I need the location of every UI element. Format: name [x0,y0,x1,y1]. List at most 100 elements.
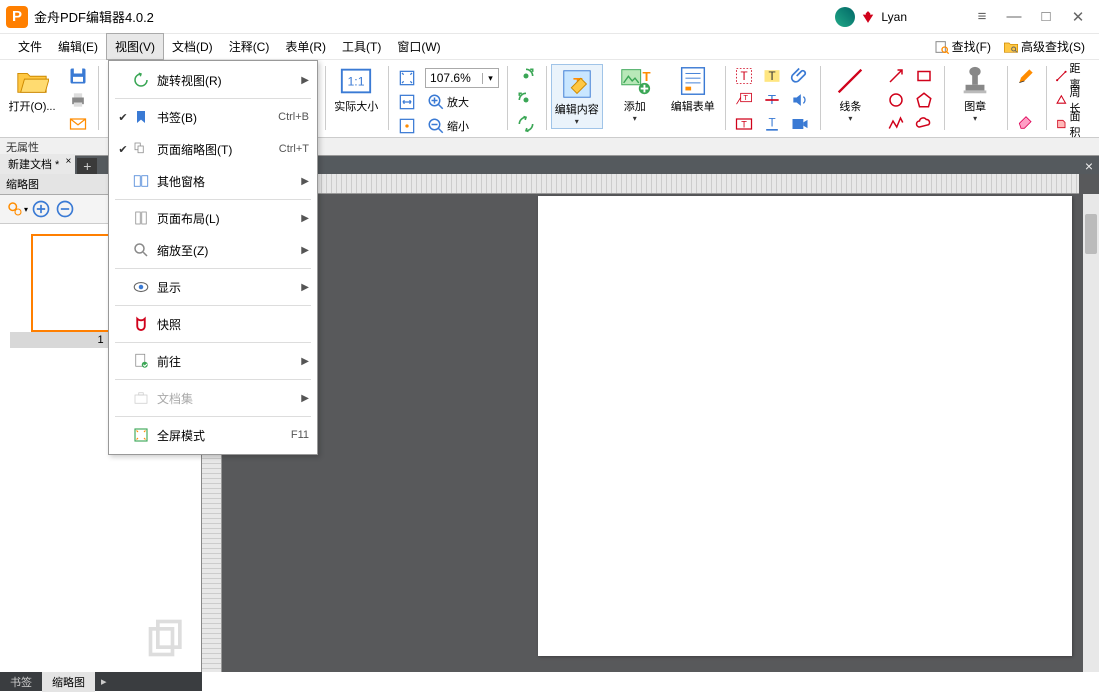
menu-window[interactable]: 窗口(W) [389,34,448,59]
bookmark-tab[interactable]: 书签 [0,672,42,692]
area-button[interactable]: 面积 [1051,108,1091,140]
plus-circle-icon [31,199,51,219]
dd-snapshot[interactable]: 快照 [109,308,317,340]
rotate-ccw-button[interactable] [512,88,540,112]
highlight-text-button[interactable]: T [758,64,786,88]
fit-visible-button[interactable] [393,114,421,138]
chevron-down-icon[interactable]: ▾ [973,114,977,123]
menu-edit[interactable]: 编辑(E) [50,34,106,59]
dd-rotate-view[interactable]: 旋转视图(R) ▶ [109,64,317,96]
sidebar-remove-button[interactable] [54,198,76,220]
ruler-top[interactable] [222,174,1079,194]
menu-comment[interactable]: 注释(C) [221,34,278,59]
underline-text-button[interactable]: T [758,112,786,136]
fit-width-button[interactable] [393,90,421,114]
add-button[interactable]: T 添加 ▾ [609,64,661,123]
textbox-red-button[interactable]: T [730,112,758,136]
callout-button[interactable]: T [730,88,758,112]
video-button[interactable] [786,112,814,136]
fit-page-button[interactable] [393,66,421,90]
menu-file[interactable]: 文件 [10,34,50,59]
zoom-input[interactable] [426,71,482,85]
zoom-dropdown-icon[interactable]: ▾ [482,73,498,84]
goto-icon [132,352,150,370]
arrow-shape-button[interactable] [882,64,910,88]
thumbnail-tab[interactable]: 缩略图 [42,672,95,692]
attachment-button[interactable] [786,64,814,88]
vertical-scrollbar[interactable] [1083,194,1099,672]
pentagon-shape-button[interactable] [910,88,938,112]
advanced-find-button[interactable]: 高级查找(S) [999,36,1089,57]
horseshoe-icon [132,315,150,333]
text-box-button[interactable]: T [730,64,758,88]
print-button[interactable] [64,88,92,112]
stamp-button[interactable]: 图章 ▾ [949,64,1001,123]
sound-button[interactable] [786,88,814,112]
line-icon [833,64,867,98]
open-button[interactable]: 打开(O)... [6,64,58,114]
view-dropdown-menu: 旋转视图(R) ▶ ✔ 书签(B) Ctrl+B ✔ 页面缩略图(T) Ctrl… [108,60,318,455]
circle-shape-button[interactable] [882,88,910,112]
menu-tool[interactable]: 工具(T) [334,34,389,59]
dd-thumbnail[interactable]: ✔ 页面缩略图(T) Ctrl+T [109,133,317,165]
eraser-button[interactable] [1012,108,1040,132]
sidebar-options-button[interactable]: ▾ [6,198,28,220]
actual-size-button[interactable]: 1:1 实际大小 [330,64,382,114]
dd-display[interactable]: 显示 ▶ [109,271,317,303]
layout-icon [132,209,150,227]
zoom-out-button[interactable]: 缩小 [423,117,473,135]
polyline-shape-button[interactable] [882,112,910,136]
chevron-down-icon[interactable]: ▾ [848,114,852,123]
cloud-shape-button[interactable] [910,112,938,136]
hamburger-icon[interactable]: ≡ [967,5,997,29]
find-button[interactable]: 查找(F) [930,36,995,57]
menu-form[interactable]: 表单(R) [277,34,334,59]
thumbnails-icon [132,140,150,158]
close-tab-icon[interactable]: × [66,156,72,167]
page-canvas[interactable] [538,196,1072,656]
save-button[interactable] [64,64,92,88]
fullscreen-icon [132,426,150,444]
tab-strip-close-icon[interactable]: × [1079,158,1099,174]
add-tab-button[interactable]: + [77,158,97,174]
minimize-button[interactable]: — [999,5,1029,29]
dd-other-panes[interactable]: 其他窗格 ▶ [109,165,317,197]
dd-bookmark[interactable]: ✔ 书签(B) Ctrl+B [109,101,317,133]
video-icon [790,114,810,134]
eraser-icon [1016,110,1036,130]
eye-icon [132,278,150,296]
refresh-icon [516,114,536,134]
edit-content-icon: T [560,67,594,101]
pencil-button[interactable] [1012,64,1040,88]
submenu-arrow-icon: ▶ [301,356,309,367]
edit-form-button[interactable]: 编辑表单 [667,64,719,114]
tab-overflow-icon[interactable]: ▸ [95,675,113,688]
sidebar-add-button[interactable] [30,198,52,220]
zoom-in-button[interactable]: 放大 [423,93,473,111]
close-button[interactable]: ✕ [1063,5,1093,29]
chevron-down-icon[interactable]: ▾ [575,117,579,126]
strike-text-button[interactable]: T [758,88,786,112]
document-tab[interactable]: 新建文档 * × [0,154,75,174]
menu-document[interactable]: 文档(D) [164,34,221,59]
edit-content-button[interactable]: T 编辑内容 ▾ [551,64,603,129]
maximize-button[interactable]: □ [1031,5,1061,29]
zoom-combo[interactable]: ▾ [425,68,499,88]
document-tab-label: 新建文档 * [8,156,59,172]
save-icon [68,66,88,86]
dd-fullscreen[interactable]: 全屏模式 F11 [109,419,317,451]
menu-view[interactable]: 视图(V) [106,33,164,60]
refresh-button[interactable] [512,112,540,136]
email-button[interactable] [64,112,92,136]
user-avatar-icon[interactable] [835,7,855,27]
panes-icon [132,172,150,190]
rect-shape-button[interactable] [910,64,938,88]
dd-goto[interactable]: 前往 ▶ [109,345,317,377]
dd-zoom-to[interactable]: 缩放至(Z) ▶ [109,234,317,266]
chevron-down-icon[interactable]: ▾ [633,114,637,123]
rotate-cw-button[interactable] [512,64,540,88]
lines-button[interactable]: 线条 ▾ [824,64,876,123]
submenu-arrow-icon: ▶ [301,75,309,86]
dd-page-layout[interactable]: 页面布局(L) ▶ [109,202,317,234]
pencil-icon [1016,66,1036,86]
